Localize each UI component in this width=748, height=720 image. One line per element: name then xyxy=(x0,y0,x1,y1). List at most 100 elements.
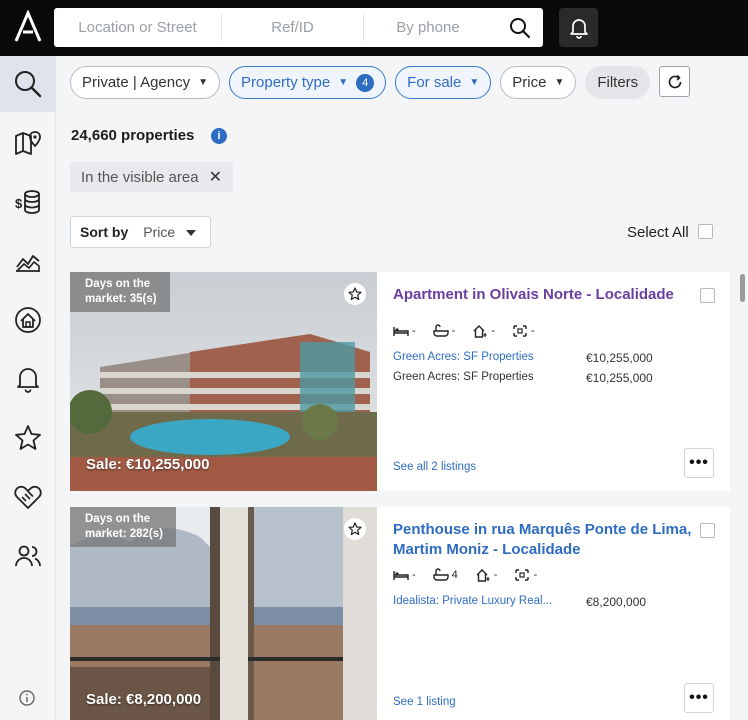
plot-icon xyxy=(513,325,527,337)
results-count: 24,660 properties xyxy=(71,127,195,144)
see-all-listings-link[interactable]: See 1 listing xyxy=(393,696,456,708)
see-all-listings-link[interactable]: See all 2 listings xyxy=(393,461,476,473)
sidebar-item-map[interactable] xyxy=(0,115,56,171)
for-sale-filter[interactable]: For sale ▼ xyxy=(395,66,492,99)
favorite-button[interactable] xyxy=(344,283,366,305)
svg-text:$: $ xyxy=(15,196,23,211)
listing-source-price: €8,200,000 xyxy=(586,595,647,609)
listing-checkbox[interactable] xyxy=(700,523,715,538)
scrollbar-thumb[interactable] xyxy=(740,274,745,302)
listing-source-link[interactable]: Green Acres: SF Properties xyxy=(393,351,534,363)
listing-source-price: €10,255,000 xyxy=(586,371,653,385)
map-icon xyxy=(15,131,41,155)
phone-input[interactable]: By phone xyxy=(364,14,492,41)
bed-icon xyxy=(393,571,409,580)
bed-icon xyxy=(393,327,409,336)
listing-title-line: Penthouse in rua Marquês Ponte de Lima, xyxy=(393,521,692,538)
listing-title[interactable]: Penthouse in rua Marquês Ponte de Lima, … xyxy=(393,520,693,560)
plot-value: - xyxy=(531,325,535,337)
area-value: - xyxy=(491,325,496,337)
sale-price: Sale: €10,255,000 xyxy=(86,456,210,473)
sidebar-item-prospecting[interactable] xyxy=(0,292,56,348)
info-icon[interactable]: i xyxy=(211,128,227,144)
bell-icon xyxy=(17,368,39,393)
property-type-count-badge: 4 xyxy=(356,73,375,92)
days-on-market-badge: Days on the market: 282(s) xyxy=(70,507,176,547)
users-icon xyxy=(15,545,41,567)
listing-checkbox[interactable] xyxy=(700,288,715,303)
house-area-icon xyxy=(476,569,490,582)
sidebar-item-search[interactable] xyxy=(0,56,56,112)
price-filter[interactable]: Price ▼ xyxy=(500,66,577,99)
days-on-market-badge: Days on the market: 35(s) xyxy=(70,272,170,312)
listing-source-link[interactable]: Idealista: Private Luxury Real... xyxy=(393,595,552,607)
search-icon[interactable] xyxy=(509,17,531,39)
area-feature: - xyxy=(475,568,498,582)
sidebar-item-favorites[interactable] xyxy=(0,410,56,466)
listing-features: - 4 - - xyxy=(393,568,537,582)
visible-area-label: In the visible area xyxy=(81,168,199,186)
sort-dropdown[interactable]: Sort by Price xyxy=(70,216,211,248)
beds-value: - xyxy=(412,569,416,581)
listing-photo[interactable]: Days on the market: 35(s) Sale: €10,255,… xyxy=(70,272,377,491)
baths-feature: - xyxy=(432,324,456,338)
sidebar-item-valuation[interactable]: $ xyxy=(0,174,56,230)
visible-area-chip: In the visible area ✕ xyxy=(70,162,233,192)
listing-title-line: Apartment in Olivais Norte - Localidade xyxy=(393,286,674,303)
area-value: - xyxy=(493,569,498,581)
chevron-down-icon: ▼ xyxy=(554,77,565,88)
app-logo-icon[interactable] xyxy=(12,10,44,44)
refresh-button[interactable] xyxy=(659,66,690,97)
notifications-button[interactable] xyxy=(559,8,598,47)
select-all-checkbox[interactable] xyxy=(698,224,713,239)
area-feature: - xyxy=(472,324,495,338)
baths-value: - xyxy=(451,325,456,337)
house-area-icon xyxy=(473,325,487,338)
plot-value: - xyxy=(533,569,538,581)
search-icon xyxy=(15,71,42,98)
listing-photo[interactable]: Days on the market: 282(s) Sale: €8,200,… xyxy=(70,507,377,720)
refresh-icon xyxy=(668,74,681,88)
for-sale-label: For sale xyxy=(407,74,462,91)
filters-button-label: Filters xyxy=(597,74,639,91)
listing-card[interactable]: Days on the market: 282(s) Sale: €8,200,… xyxy=(70,507,730,720)
scrollbar[interactable] xyxy=(739,272,745,720)
star-icon xyxy=(15,425,41,450)
sidebar-item-alerts[interactable] xyxy=(0,351,56,407)
property-type-filter[interactable]: Property type ▼ 4 xyxy=(229,66,387,99)
agency-filter[interactable]: Private | Agency ▼ xyxy=(70,66,221,99)
listing-title-line: Martim Moniz - Localidade xyxy=(393,541,581,558)
listing-card[interactable]: Days on the market: 35(s) Sale: €10,255,… xyxy=(70,272,730,491)
sort-value: Price xyxy=(143,224,176,240)
filters-button[interactable]: Filters xyxy=(585,66,651,99)
chevron-down-icon: ▼ xyxy=(469,77,480,88)
handshake-icon xyxy=(14,485,42,509)
property-type-label: Property type xyxy=(241,74,331,91)
sidebar-item-contacts[interactable] xyxy=(0,528,56,584)
agency-filter-label: Private | Agency xyxy=(82,74,191,91)
chevron-down-icon: ▼ xyxy=(338,77,349,88)
days-line-1: Days on the xyxy=(85,278,151,290)
more-options-button[interactable]: ••• xyxy=(684,448,714,478)
more-options-button[interactable]: ••• xyxy=(684,683,714,713)
favorite-button[interactable] xyxy=(344,518,366,540)
sidebar-item-deals[interactable] xyxy=(0,469,56,525)
plot-feature: - xyxy=(514,568,537,582)
chevron-down-icon: ▼ xyxy=(198,77,209,88)
plot-feature: - xyxy=(512,324,535,338)
info-icon[interactable] xyxy=(17,688,37,708)
bath-icon xyxy=(432,568,449,581)
listing-source: Green Acres: SF Properties xyxy=(393,371,534,383)
filter-bar: Private | Agency ▼ Property type ▼ 4 For… xyxy=(70,66,651,99)
beds-feature: - xyxy=(393,324,416,338)
days-line-2: market: 35(s) xyxy=(85,293,157,305)
ref-id-input[interactable]: Ref/ID xyxy=(222,14,364,41)
close-icon[interactable]: ✕ xyxy=(209,167,222,187)
search-bar: Location or Street Ref/ID By phone xyxy=(54,8,543,47)
star-icon xyxy=(348,287,362,301)
listing-title[interactable]: Apartment in Olivais Norte - Localidade xyxy=(393,285,693,305)
location-input[interactable]: Location or Street xyxy=(54,14,222,41)
caret-down-icon xyxy=(186,230,196,236)
sale-price: Sale: €8,200,000 xyxy=(86,691,202,708)
sidebar-item-market[interactable] xyxy=(0,233,56,289)
